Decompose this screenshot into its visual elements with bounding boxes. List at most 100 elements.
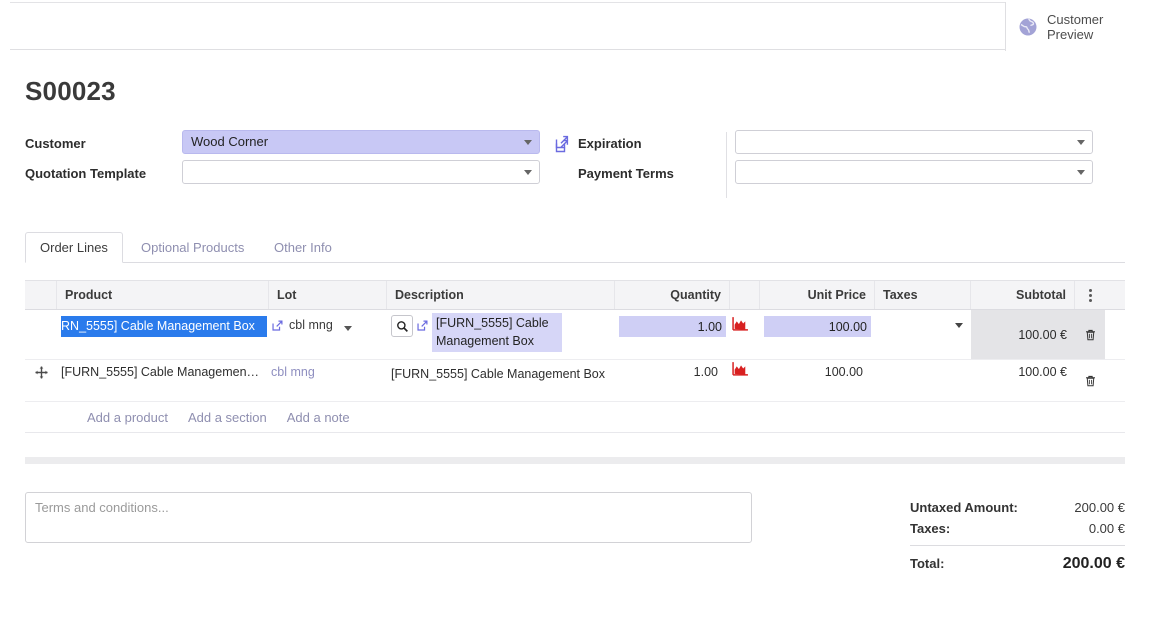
description-external-link-icon[interactable] [416, 319, 429, 332]
trash-icon [1085, 329, 1095, 340]
order-lines-table: Product Lot Description Quantity Unit Pr… [25, 280, 1125, 433]
lot-external-link-icon[interactable] [271, 319, 284, 332]
grand-total-label: Total: [910, 556, 945, 571]
totals-divider [910, 545, 1125, 546]
header-taxes[interactable]: Taxes [875, 281, 971, 309]
trash-icon [1085, 375, 1095, 386]
lot-search-button[interactable] [391, 315, 413, 337]
table-row[interactable]: [FURN_5555] Cable Management B… cbl mng … [25, 360, 1125, 402]
row-product-value: [FURN_5555] Cable Management B… [61, 365, 261, 379]
add-a-product-link[interactable]: Add a product [79, 410, 176, 425]
quantity-cell[interactable] [615, 310, 730, 359]
chevron-down-icon[interactable] [524, 140, 532, 145]
payment-terms-field[interactable] [735, 160, 1093, 184]
header-options-button[interactable] [1075, 281, 1105, 309]
section-separator [25, 457, 1125, 464]
product-input-value: URN_5555] Cable Management Box [61, 316, 267, 337]
row-quantity-cell: 1.00 [615, 360, 730, 401]
customer-preview-button[interactable]: Customer Preview [1005, 2, 1150, 51]
row-lot-cell[interactable]: cbl mng [269, 360, 387, 401]
payment-terms-label: Payment Terms [578, 166, 674, 181]
row-product-cell: [FURN_5555] Cable Management B… [57, 360, 269, 401]
row-taxes-cell [875, 360, 971, 401]
vertical-dots-icon [1088, 288, 1092, 302]
taxes-cell[interactable] [875, 310, 971, 359]
header-description[interactable]: Description [387, 281, 615, 309]
row-subtotal-value: 100.00 € [1018, 365, 1067, 379]
untaxed-amount-label: Untaxed Amount: [910, 500, 1018, 515]
lot-widget[interactable]: cbl mng [271, 316, 352, 332]
untaxed-amount-row: Untaxed Amount: 200.00 € [910, 497, 1125, 518]
terms-and-conditions-input[interactable] [25, 492, 752, 543]
add-a-section-link[interactable]: Add a section [180, 410, 275, 425]
row-unit-price-value: 100.00 [824, 365, 863, 379]
drag-handle-icon [34, 366, 48, 379]
expiration-label: Expiration [578, 136, 642, 151]
red-area-chart-icon[interactable] [732, 316, 749, 331]
row-quantity-value: 1.00 [693, 365, 718, 379]
row-delete-button[interactable] [1075, 360, 1105, 401]
table-row-editing: URN_5555] Cable Management Box cbl mng [… [25, 310, 1125, 360]
page-title: S00023 [25, 76, 116, 106]
row-handle-cell [25, 310, 57, 359]
lot-value: cbl mng [289, 318, 333, 332]
row-lot-value: cbl mng [271, 365, 315, 379]
add-a-note-link[interactable]: Add a note [279, 410, 358, 425]
chevron-down-icon[interactable] [343, 325, 352, 331]
customer-label: Customer [25, 136, 86, 151]
tab-other-info-label: Other Info [274, 240, 332, 255]
header-unit-price[interactable]: Unit Price [760, 281, 875, 309]
row-description-value: [FURN_5555] Cable Management Box [391, 367, 606, 381]
search-icon [396, 320, 408, 332]
chevron-down-icon[interactable] [955, 323, 963, 328]
taxes-total-row: Taxes: 0.00 € [910, 518, 1125, 539]
lot-cell[interactable]: cbl mng [269, 310, 387, 359]
description-input[interactable] [432, 313, 562, 352]
globe-icon [1019, 17, 1037, 35]
header-product[interactable]: Product [57, 281, 269, 309]
customer-field[interactable]: Wood Corner [182, 130, 540, 154]
expiration-external-link-icon[interactable] [554, 138, 570, 154]
table-header-row: Product Lot Description Quantity Unit Pr… [25, 280, 1125, 310]
unit-price-cell[interactable] [760, 310, 875, 359]
row-forecast-cell[interactable] [730, 360, 760, 401]
odoo-sales-order-form: Customer Preview S00023 Customer Wood Co… [0, 0, 1150, 641]
tab-other-info[interactable]: Other Info [260, 232, 346, 263]
red-area-chart-icon[interactable] [732, 361, 749, 376]
header-fields: Customer Wood Corner Quotation Template … [0, 130, 1150, 205]
product-input[interactable]: URN_5555] Cable Management Box [61, 316, 267, 337]
tab-optional-products[interactable]: Optional Products [127, 232, 258, 263]
delete-line-button[interactable] [1075, 310, 1105, 359]
forecast-cell[interactable] [730, 310, 760, 359]
unit-price-input[interactable] [764, 316, 871, 337]
quotation-template-label: Quotation Template [25, 166, 147, 181]
form-topbar: Customer Preview [10, 2, 1150, 51]
header-handle [25, 281, 57, 309]
quantity-input[interactable] [619, 316, 726, 337]
customer-value: Wood Corner [191, 134, 269, 149]
grand-total-row: Total: 200.00 € [910, 553, 1125, 574]
header-quantity[interactable]: Quantity [615, 281, 730, 309]
tab-order-lines-label: Order Lines [40, 240, 108, 255]
chevron-down-icon[interactable] [1077, 170, 1085, 175]
untaxed-amount-value: 200.00 € [1074, 500, 1125, 515]
row-description-cell: [FURN_5555] Cable Management Box [387, 360, 615, 401]
column-divider [726, 132, 727, 198]
description-cell[interactable] [387, 310, 615, 359]
customer-preview-label: Customer Preview [1047, 11, 1104, 42]
row-unit-price-cell: 100.00 [760, 360, 875, 401]
taxes-total-value: 0.00 € [1088, 521, 1125, 536]
chevron-down-icon[interactable] [524, 170, 532, 175]
grand-total-value: 200.00 € [1062, 555, 1125, 572]
subtotal-cell: 100.00 € [971, 310, 1075, 359]
taxes-total-label: Taxes: [910, 521, 951, 536]
tab-optional-products-label: Optional Products [141, 240, 245, 255]
row-drag-handle[interactable] [25, 360, 57, 401]
chevron-down-icon[interactable] [1077, 140, 1085, 145]
header-subtotal[interactable]: Subtotal [971, 281, 1075, 309]
product-cell[interactable]: URN_5555] Cable Management Box [57, 310, 269, 359]
expiration-field[interactable] [735, 130, 1093, 154]
quotation-template-field[interactable] [182, 160, 540, 184]
header-lot[interactable]: Lot [269, 281, 387, 309]
tab-order-lines[interactable]: Order Lines [25, 232, 123, 263]
